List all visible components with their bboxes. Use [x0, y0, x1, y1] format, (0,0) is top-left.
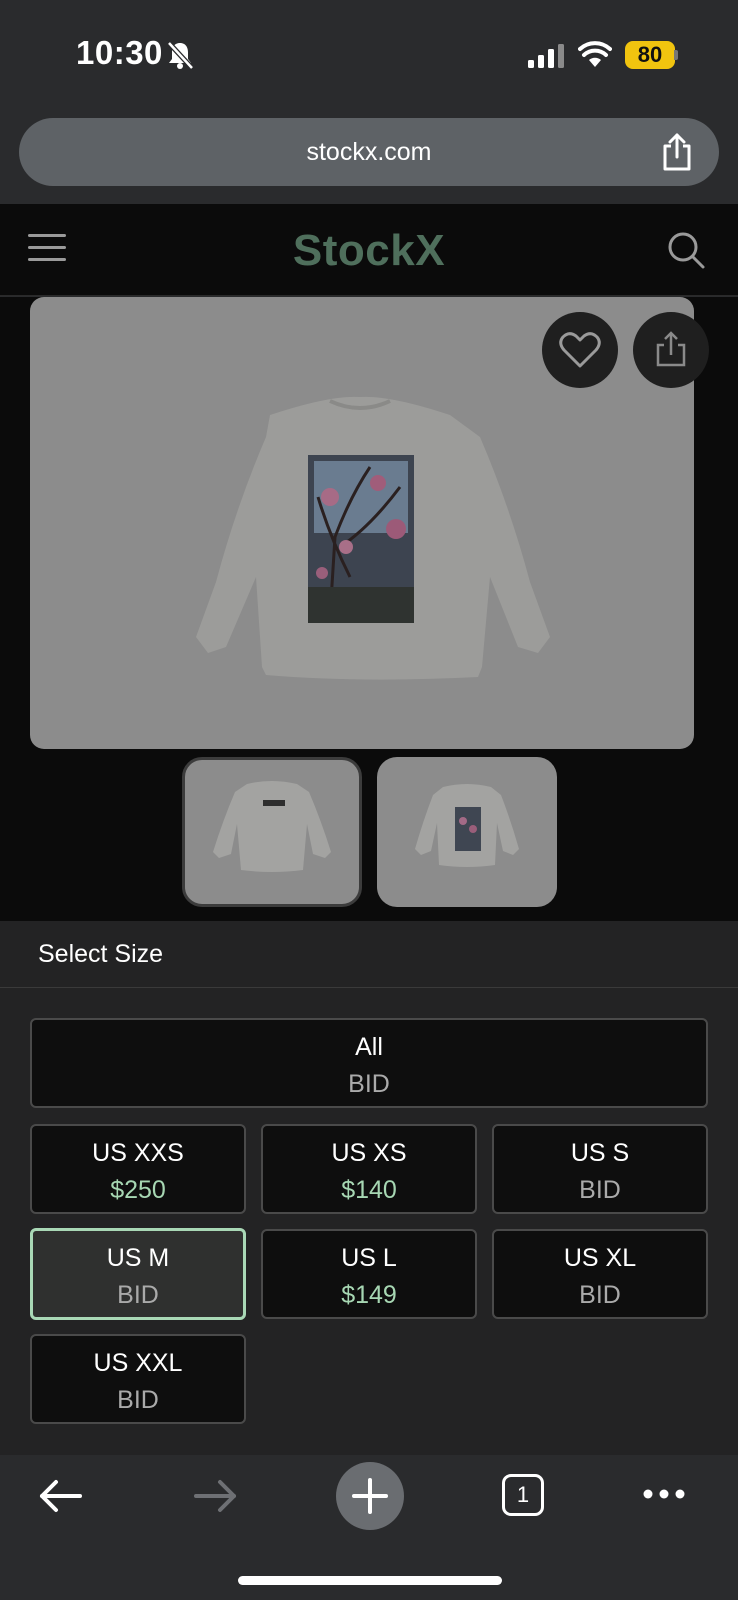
wifi-icon: [578, 41, 612, 67]
size-bid: BID: [579, 1281, 621, 1309]
share-icon: [656, 331, 686, 367]
search-icon[interactable]: [666, 230, 706, 270]
size-bid: BID: [117, 1386, 159, 1414]
divider: [0, 987, 738, 988]
share-product-button[interactable]: [633, 312, 709, 388]
size-label: US XXL: [93, 1349, 183, 1377]
cellular-signal-icon: [528, 44, 564, 68]
size-price: $250: [110, 1176, 166, 1204]
size-label: US L: [341, 1244, 397, 1272]
size-option-us-xxs[interactable]: US XXS $250: [30, 1124, 246, 1214]
back-arrow-icon[interactable]: [38, 1478, 84, 1514]
size-label: All: [355, 1033, 383, 1061]
size-bid: BID: [348, 1070, 390, 1098]
tabs-button[interactable]: 1: [502, 1474, 544, 1516]
favorite-button[interactable]: [542, 312, 618, 388]
forward-arrow-icon[interactable]: [192, 1478, 238, 1514]
thumbnail-back[interactable]: [377, 757, 557, 907]
size-label: US XL: [563, 1244, 637, 1272]
size-option-us-xl[interactable]: US XL BID: [492, 1229, 708, 1319]
new-tab-button[interactable]: [336, 1462, 404, 1530]
url-text[interactable]: stockx.com: [19, 138, 719, 167]
size-bid: BID: [117, 1281, 159, 1309]
share-icon[interactable]: [661, 132, 693, 172]
size-option-us-xxl[interactable]: US XXL BID: [30, 1334, 246, 1424]
size-label: US M: [106, 1244, 170, 1272]
size-label: US XXS: [92, 1139, 184, 1167]
more-options-icon[interactable]: [642, 1488, 686, 1500]
bell-slash-icon: [167, 41, 194, 70]
plus-icon: [352, 1478, 388, 1514]
status-time: 10:30: [76, 34, 163, 71]
home-indicator: [238, 1576, 502, 1585]
select-size-title: Select Size: [38, 940, 164, 968]
size-option-us-s[interactable]: US S BID: [492, 1124, 708, 1214]
thumbnail-front[interactable]: [182, 757, 362, 907]
battery-cap: [674, 50, 678, 60]
site-header: StockX: [0, 204, 738, 296]
size-price: $149: [341, 1281, 397, 1309]
status-bar: 10:30 80: [0, 0, 738, 108]
size-label: US XS: [331, 1139, 407, 1167]
size-bid: BID: [579, 1176, 621, 1204]
long-sleeve-tee-front-thumb: [213, 781, 331, 872]
size-option-all[interactable]: All BID: [30, 1018, 708, 1108]
size-option-us-l[interactable]: US L $149: [261, 1229, 477, 1319]
size-label: US S: [570, 1139, 630, 1167]
url-bar[interactable]: stockx.com: [19, 118, 719, 186]
size-price: $140: [341, 1176, 397, 1204]
battery-icon: 80: [625, 41, 675, 69]
long-sleeve-tee-back-thumb: [415, 784, 519, 867]
heart-icon: [559, 332, 601, 368]
size-option-us-m[interactable]: US M BID: [30, 1228, 246, 1320]
size-option-us-xs[interactable]: US XS $140: [261, 1124, 477, 1214]
stockx-logo[interactable]: StockX: [0, 226, 738, 276]
